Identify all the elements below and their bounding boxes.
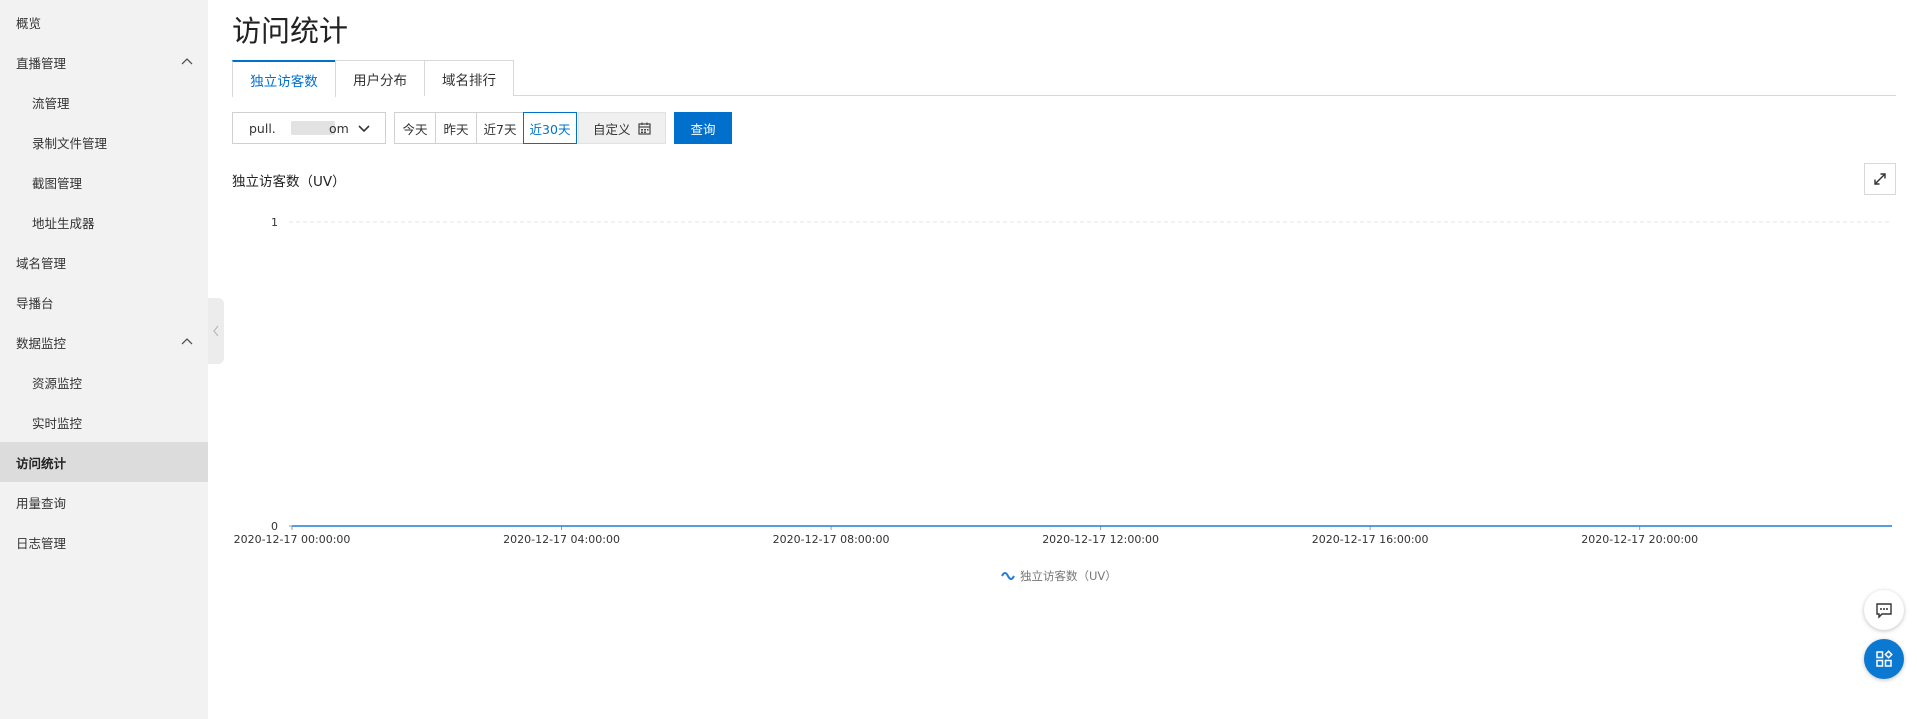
chevron-up-icon [181,338,193,345]
nav-access-statistics[interactable]: 访问统计 [0,442,208,482]
nav-label: 域名管理 [16,255,67,271]
nav-label: 流管理 [32,95,70,111]
nav-label: 地址生成器 [32,215,95,231]
tab-unique-visitors[interactable]: 独立访客数 [232,60,336,97]
nav-recording-files[interactable]: 录制文件管理 [0,122,208,162]
legend-series-icon [1001,572,1015,580]
x-tick-label: 2020-12-17 04:00:00 [503,533,620,546]
nav-log-management[interactable]: 日志管理 [0,522,208,562]
nav-label: 资源监控 [32,375,83,391]
nav-label: 导播台 [16,295,54,311]
apps-button[interactable] [1864,639,1904,679]
range-label: 昨天 [443,121,469,137]
nav-screenshot-management[interactable]: 截图管理 [0,162,208,202]
uv-line-chart: 1 02020-12-17 00:00:00 2020-12-17 04:00:00… [234,216,1892,583]
y-tick-label: 0 [271,520,278,533]
nav-label: 截图管理 [32,175,83,191]
custom-range-label: 自定义 [593,121,631,137]
domain-prefix: pull. [249,120,276,136]
tab-domain-ranking[interactable]: 域名排行 [424,60,514,96]
domain-suffix: om [329,121,349,136]
expand-icon [1874,173,1886,185]
range-label: 今天 [402,121,428,137]
tab-label: 用户分布 [353,72,407,89]
nav-label: 用量查询 [16,495,67,511]
range-yesterday-button[interactable]: 昨天 [435,112,477,144]
nav-realtime-monitoring[interactable]: 实时监控 [0,402,208,442]
x-tick-label: 2020-12-17 12:00:00 [1042,533,1159,546]
nav-label: 数据监控 [16,335,67,351]
x-tick-label: 2020-12-17 20:00:00 [1581,533,1698,546]
nav-label: 访问统计 [16,455,67,471]
y-tick-label: 1 [271,216,278,229]
custom-range-button[interactable]: 自定义 [578,112,666,144]
legend-label: 独立访客数（UV） [1020,569,1117,583]
nav-label: 直播管理 [16,55,67,71]
domain-select[interactable]: pull. om [232,112,386,144]
chevron-left-icon [213,325,219,337]
x-tick-label: 2020-12-17 00:00:00 [234,533,351,546]
nav-label: 录制文件管理 [32,135,108,151]
calendar-icon [638,122,651,135]
chat-icon [1876,603,1892,619]
sidebar: 概览 直播管理 流管理 录制文件管理 截图管理 地址生成器 域名管理 导播台 数… [0,0,208,719]
apps-icon [1876,650,1893,667]
x-tick-label: 2020-12-17 08:00:00 [773,533,890,546]
tab-user-distribution[interactable]: 用户分布 [335,60,425,96]
nav-live-management[interactable]: 直播管理 [0,42,208,82]
fullscreen-button[interactable] [1864,163,1896,195]
nav-address-generator[interactable]: 地址生成器 [0,202,208,242]
query-button[interactable]: 查询 [674,112,732,144]
nav-overview[interactable]: 概览 [0,2,208,42]
nav-usage-query[interactable]: 用量查询 [0,482,208,522]
range-30days-button[interactable]: 近30天 [523,112,577,144]
chart-title: 独立访客数（UV） [232,174,346,190]
range-7days-button[interactable]: 近7天 [476,112,524,144]
nav-stream-management[interactable]: 流管理 [0,82,208,122]
nav-label: 实时监控 [32,415,83,431]
range-label: 近7天 [483,121,517,137]
nav-label: 概览 [16,15,42,31]
nav-domain-management[interactable]: 域名管理 [0,242,208,282]
tab-label: 域名排行 [442,72,496,89]
page-title: 访问统计 [232,14,349,48]
feedback-button[interactable] [1864,590,1904,630]
nav-label: 日志管理 [16,535,67,551]
range-today-button[interactable]: 今天 [394,112,436,144]
tab-label: 独立访客数 [250,73,318,90]
chevron-up-icon [181,58,193,65]
x-tick-label: 2020-12-17 16:00:00 [1312,533,1429,546]
chevron-down-icon [358,125,370,133]
tab-bar: 独立访客数 用户分布 域名排行 [232,60,1896,97]
nav-data-monitoring[interactable]: 数据监控 [0,322,208,362]
nav-resource-monitoring[interactable]: 资源监控 [0,362,208,402]
sidebar-collapse-handle[interactable] [208,298,224,364]
nav-director-console[interactable]: 导播台 [0,282,208,322]
range-label: 近30天 [529,121,571,137]
